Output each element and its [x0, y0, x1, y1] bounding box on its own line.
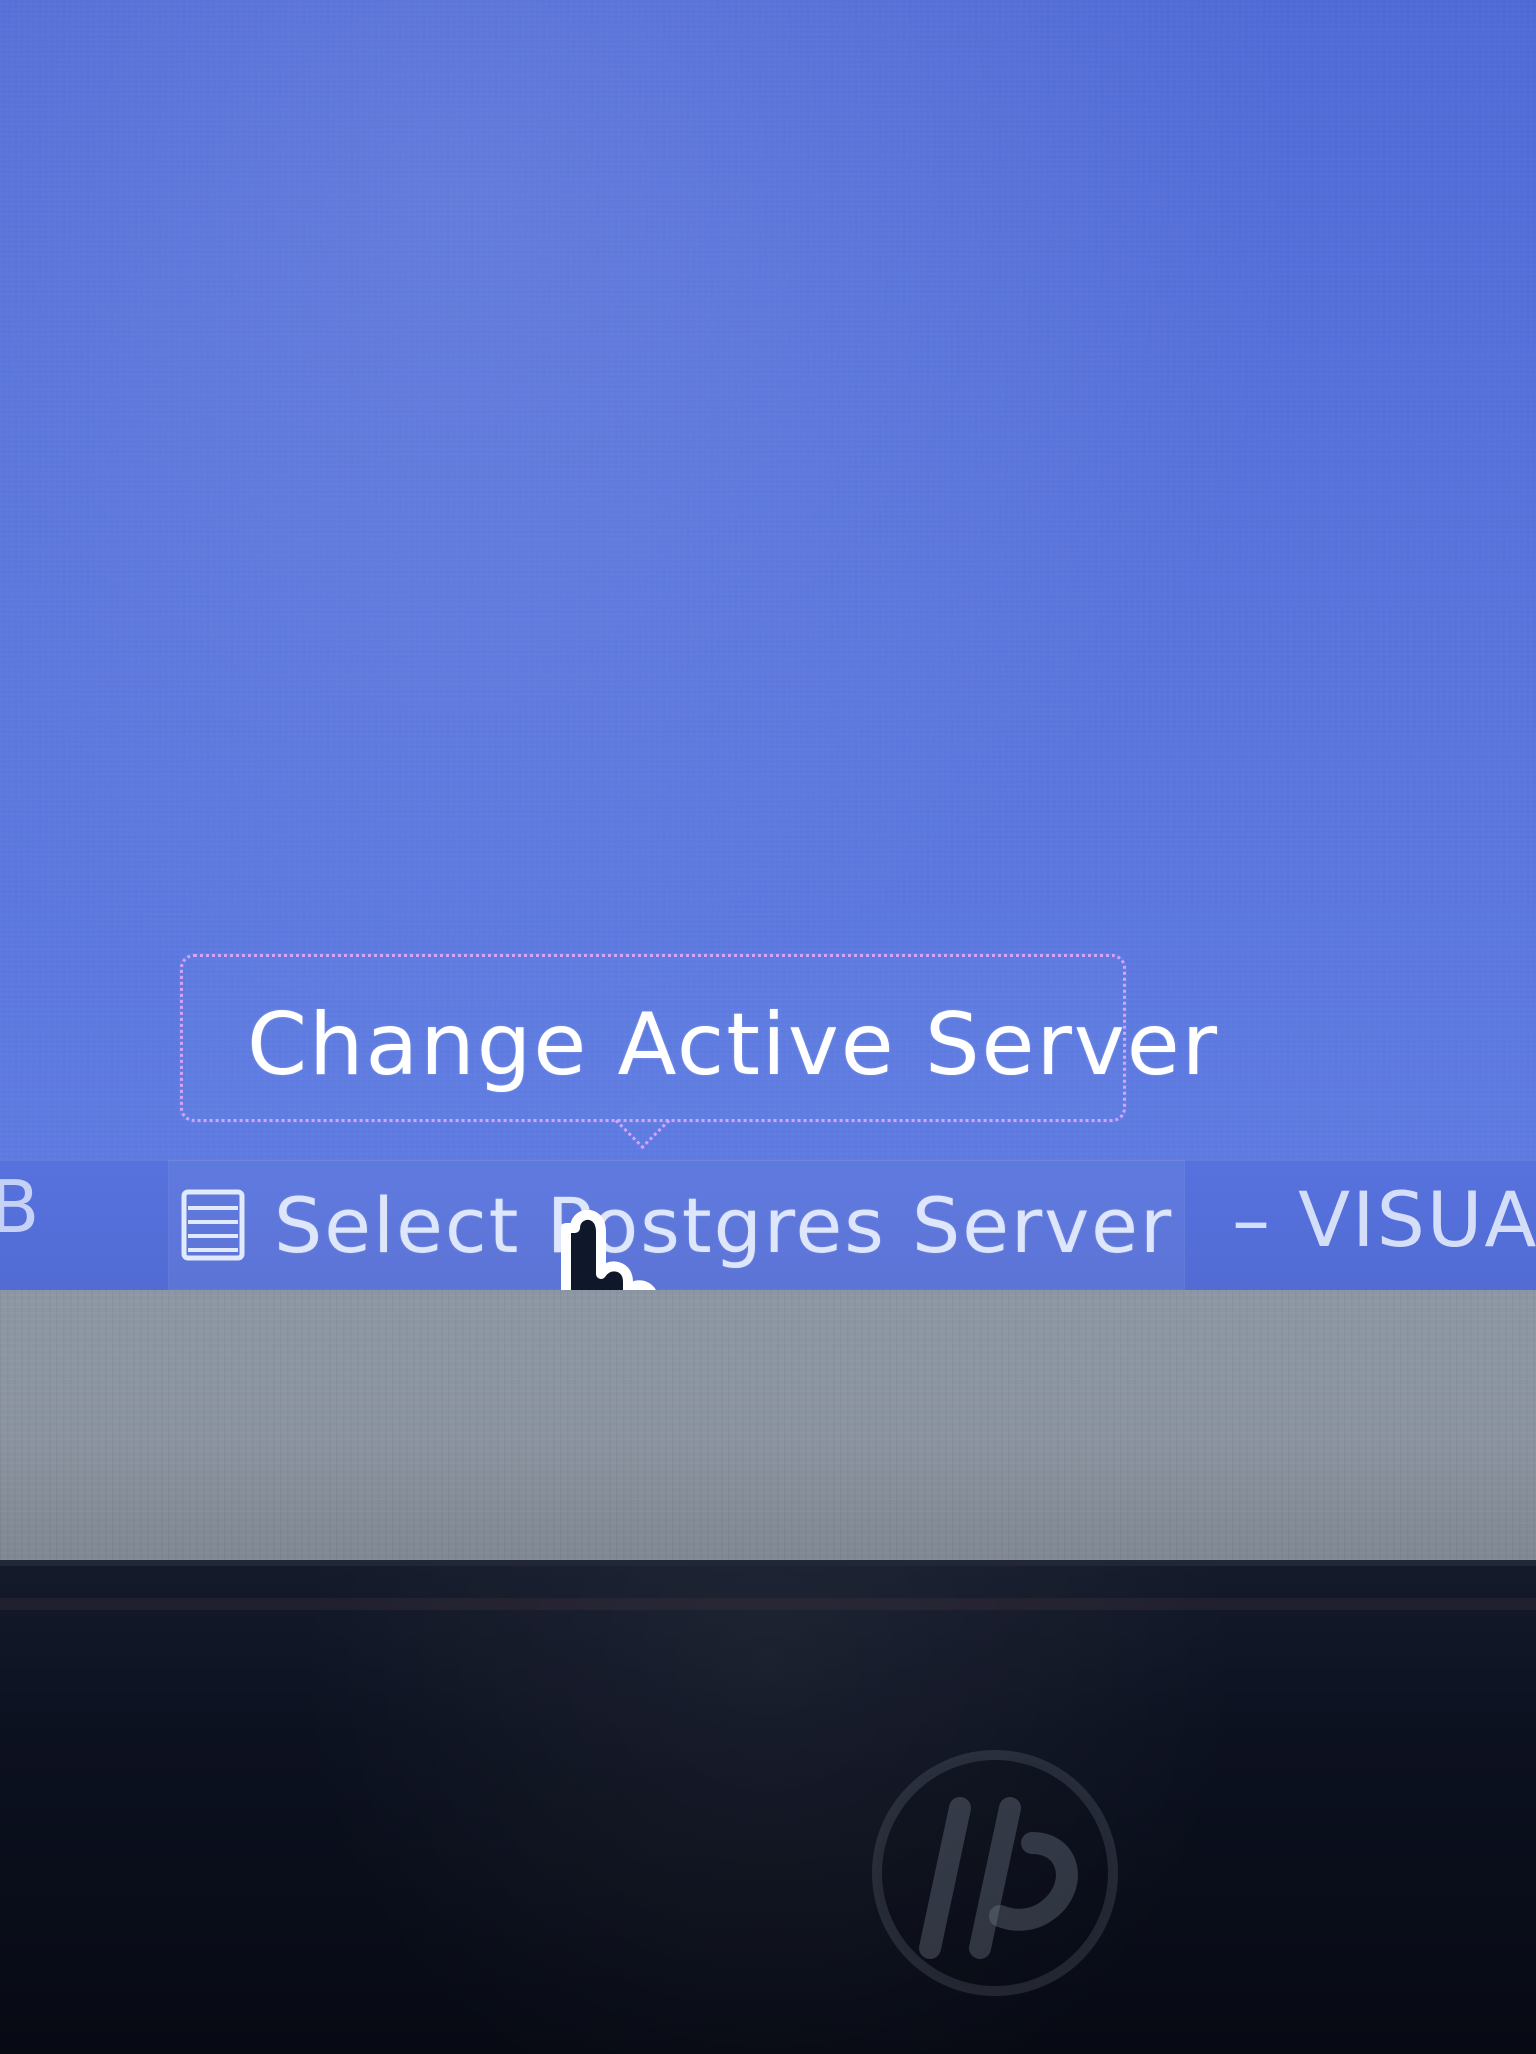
select-postgres-server-label: Select Postgres Server: [274, 1180, 1174, 1270]
hp-logo: [860, 1738, 1130, 2008]
status-bar-right-fragment: – VISUA: [1232, 1175, 1536, 1264]
tooltip: Change Active Server: [180, 954, 1217, 1122]
select-postgres-server-button[interactable]: Select Postgres Server: [168, 1160, 1185, 1290]
tooltip-text: Change Active Server: [247, 995, 1219, 1095]
status-bar-left-fragment: B: [0, 1165, 41, 1249]
bezel-divider: [0, 1598, 1536, 1610]
server-icon: [178, 1185, 248, 1265]
laptop-bezel: [0, 1560, 1536, 2054]
lower-screen-area: [0, 1290, 1536, 1560]
